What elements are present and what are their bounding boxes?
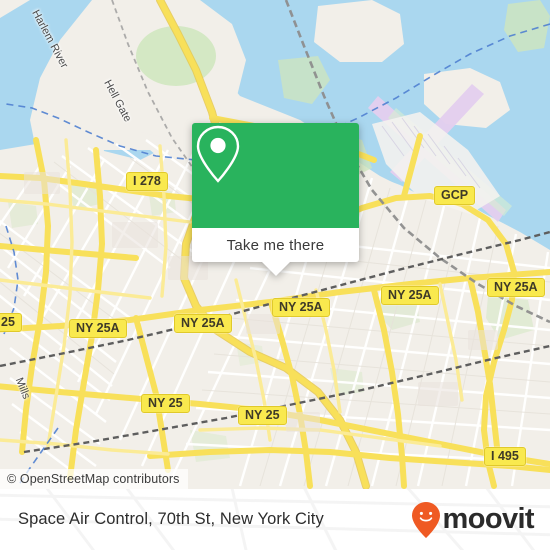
road-shield-i278: I 278 <box>126 172 168 191</box>
road-shield-ny25a: NY 25A <box>487 278 545 297</box>
osm-attribution[interactable]: © OpenStreetMap contributors <box>0 469 188 489</box>
place-title: Space Air Control, 70th St, New York Cit… <box>18 510 324 528</box>
road-shield-gcp: GCP <box>434 186 476 205</box>
callout-icon-panel <box>192 123 359 228</box>
road-shield-ny25a: NY 25A <box>381 286 439 305</box>
map-pin-icon <box>196 125 240 183</box>
road-shield-i495: I 495 <box>484 447 526 466</box>
road-shield-ny25: NY 25 <box>238 406 287 425</box>
road-shield-ny25a: NY 25A <box>69 319 127 338</box>
road-shield-ny25a: NY 25A <box>272 298 330 317</box>
location-callout-card[interactable]: Take me there <box>192 123 359 276</box>
moovit-brand[interactable]: moovit <box>411 501 535 539</box>
moovit-pin-smiley-icon <box>411 501 440 538</box>
moovit-wordmark: moovit <box>442 503 535 535</box>
callout-pointer-tail <box>261 262 290 276</box>
take-me-there-text: Take me there <box>226 236 325 254</box>
road-shield-ny25: 25 <box>0 313 22 332</box>
footer-bar: Space Air Control, 70th St, New York Cit… <box>0 489 550 550</box>
road-shield-ny25: NY 25 <box>141 394 190 413</box>
callout-action-label[interactable]: Take me there <box>192 228 359 262</box>
map-result-screen: Harlem River Hell Gate Mills I 278 GCP N… <box>0 0 550 550</box>
map-canvas[interactable]: Harlem River Hell Gate Mills I 278 GCP N… <box>0 0 550 489</box>
road-shield-ny25a: NY 25A <box>174 314 232 333</box>
